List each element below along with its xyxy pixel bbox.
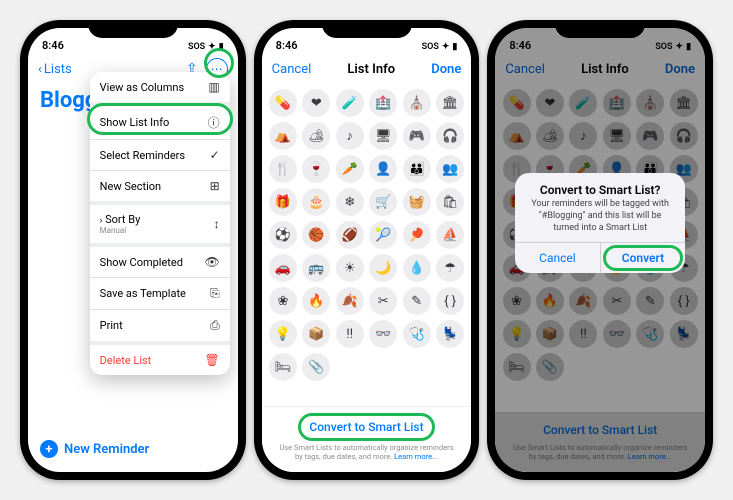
menu-show-completed[interactable]: Show Completed 👁 [90, 247, 230, 278]
icon-option[interactable]: ⛺ [269, 122, 297, 150]
icon-option[interactable]: 🎧 [436, 122, 464, 150]
nav-bar: Cancel List Info Done [262, 54, 472, 84]
icon-option[interactable]: 🏀 [302, 221, 330, 249]
phone-3: 8:46 SOS ✦ ▮ Cancel List Info Done 💊❤🧪🏥⛪… [487, 20, 713, 480]
add-section-icon: ⊞ [210, 179, 220, 193]
menu-show-list-info[interactable]: Show List Info ⓘ [90, 106, 230, 140]
icon-option[interactable]: ❤ [302, 89, 330, 117]
menu-sort-by[interactable]: › Sort By Manual ↕ [90, 205, 230, 247]
icon-option[interactable]: 🏥 [369, 89, 397, 117]
eye-icon: 👁 [204, 255, 219, 269]
menu-new-section[interactable]: New Section ⊞ [90, 171, 230, 205]
cancel-button[interactable]: Cancel [272, 62, 312, 77]
chevron-left-icon: ‹ [38, 62, 42, 77]
icon-option[interactable]: 🏈 [336, 221, 364, 249]
icon-option[interactable]: 🎁 [269, 188, 297, 216]
icon-option[interactable]: 🏕 [302, 122, 330, 150]
alert-title: Convert to Smart List? [515, 173, 685, 199]
icon-option[interactable]: ⛵ [436, 221, 464, 249]
icon-option[interactable]: 🔥 [302, 287, 330, 315]
icon-option[interactable]: ✂ [369, 287, 397, 315]
icon-option[interactable]: 🏛 [436, 89, 464, 117]
chevron-right-icon: › [100, 216, 103, 226]
menu-select-reminders[interactable]: Select Reminders ✓ [90, 140, 230, 171]
icon-option[interactable]: 🍴 [269, 155, 297, 183]
icon-option[interactable]: 📎 [302, 353, 330, 381]
icon-option[interactable]: 📦 [302, 320, 330, 348]
icon-option[interactable]: 🍷 [302, 155, 330, 183]
sort-icon: ↕ [214, 217, 220, 231]
icon-option[interactable]: 💺 [436, 320, 464, 348]
convert-to-smart-list-button[interactable]: Convert to Smart List [301, 416, 431, 438]
icon-option[interactable]: 🛏 [269, 353, 297, 381]
plus-icon: + [40, 440, 58, 458]
icon-option[interactable]: ♪ [336, 122, 364, 150]
icon-option[interactable]: 🎾 [369, 221, 397, 249]
icon-option[interactable]: 🚗 [269, 254, 297, 282]
new-reminder-button[interactable]: + New Reminder [28, 430, 238, 472]
icon-option[interactable]: 🧪 [336, 89, 364, 117]
icon-option[interactable]: 🩺 [403, 320, 431, 348]
icon-option[interactable]: 🎂 [302, 188, 330, 216]
check-icon: ✓ [210, 148, 220, 162]
alert-convert-button[interactable]: Convert [601, 243, 686, 273]
highlight-convert-cta: Convert to Smart List [298, 413, 434, 441]
page-title: List Info [347, 62, 395, 77]
icon-option[interactable]: 🛍 [436, 188, 464, 216]
icon-option[interactable]: ✎ [403, 287, 431, 315]
icon-option[interactable]: ‼ [336, 320, 364, 348]
icon-option[interactable]: 💡 [269, 320, 297, 348]
footer-note: Use Smart Lists to automatically organiz… [270, 443, 464, 463]
icon-option[interactable]: ☂ [436, 254, 464, 282]
icon-option[interactable]: 🥕 [336, 155, 364, 183]
icon-option[interactable]: 🖥 [369, 122, 397, 150]
icon-option[interactable]: ❄ [336, 188, 364, 216]
alert-dialog: Convert to Smart List? Your reminders wi… [515, 173, 685, 273]
icon-option[interactable]: { } [436, 287, 464, 315]
footer-cta: Convert to Smart List Use Smart Lists to… [262, 406, 472, 473]
done-button[interactable]: Done [431, 62, 461, 77]
icon-option[interactable]: ⛪ [403, 89, 431, 117]
menu-print[interactable]: Print ⎙ [90, 310, 230, 345]
status-time: 8:46 [42, 39, 64, 52]
icon-option[interactable]: 🛒 [369, 188, 397, 216]
menu-save-as-template[interactable]: Save as Template ⎘ [90, 278, 230, 310]
columns-icon: ▥ [208, 80, 219, 94]
icon-option[interactable]: ❀ [269, 287, 297, 315]
icon-option[interactable]: 👤 [369, 155, 397, 183]
icon-option[interactable]: 👥 [436, 155, 464, 183]
icon-option[interactable]: 🧺 [403, 188, 431, 216]
alert-message: Your reminders will be tagged with "#Blo… [515, 199, 685, 242]
context-menu: View as Columns ▥ Show List Info ⓘ Selec… [90, 72, 230, 375]
icon-option[interactable]: 🎮 [403, 122, 431, 150]
menu-view-as-columns[interactable]: View as Columns ▥ [90, 72, 230, 106]
notch [555, 20, 645, 38]
alert-cancel-button[interactable]: Cancel [515, 243, 601, 273]
icon-option[interactable]: 🚌 [302, 254, 330, 282]
icon-option[interactable]: 🍂 [336, 287, 364, 315]
icon-option[interactable]: ⚽ [269, 221, 297, 249]
icon-option[interactable]: 💧 [403, 254, 431, 282]
notch [88, 20, 178, 38]
phone-1: 8:46 SOS ✦ ▮ ‹ Lists ⇪ ⋯ Bloggi View as … [20, 20, 246, 480]
icon-option[interactable]: 🌙 [369, 254, 397, 282]
info-icon: ⓘ [208, 114, 220, 131]
print-icon: ⎙ [210, 318, 220, 333]
icon-option[interactable]: ☀ [336, 254, 364, 282]
template-icon: ⎘ [210, 286, 220, 301]
icon-option[interactable]: 👪 [403, 155, 431, 183]
trash-icon: 🗑 [204, 353, 219, 367]
back-button[interactable]: ‹ Lists [38, 62, 72, 77]
learn-more-link[interactable]: Learn more... [394, 452, 438, 461]
icon-option[interactable]: 🏓 [403, 221, 431, 249]
notch [322, 20, 412, 38]
phone-2: 8:46 SOS ✦ ▮ Cancel List Info Done 💊❤🧪🏥⛪… [254, 20, 480, 480]
icon-option[interactable]: 👓 [369, 320, 397, 348]
icon-option[interactable]: 💊 [269, 89, 297, 117]
menu-delete-list[interactable]: Delete List 🗑 [90, 345, 230, 375]
icon-picker-grid: 💊❤🧪🏥⛪🏛 ⛺🏕♪🖥🎮🎧 🍴🍷🥕👤👪👥 🎁🎂❄🛒🧺🛍 ⚽🏀🏈🎾🏓⛵ 🚗🚌☀🌙💧☂ ❀🔥🍂✂… [262, 84, 472, 406]
